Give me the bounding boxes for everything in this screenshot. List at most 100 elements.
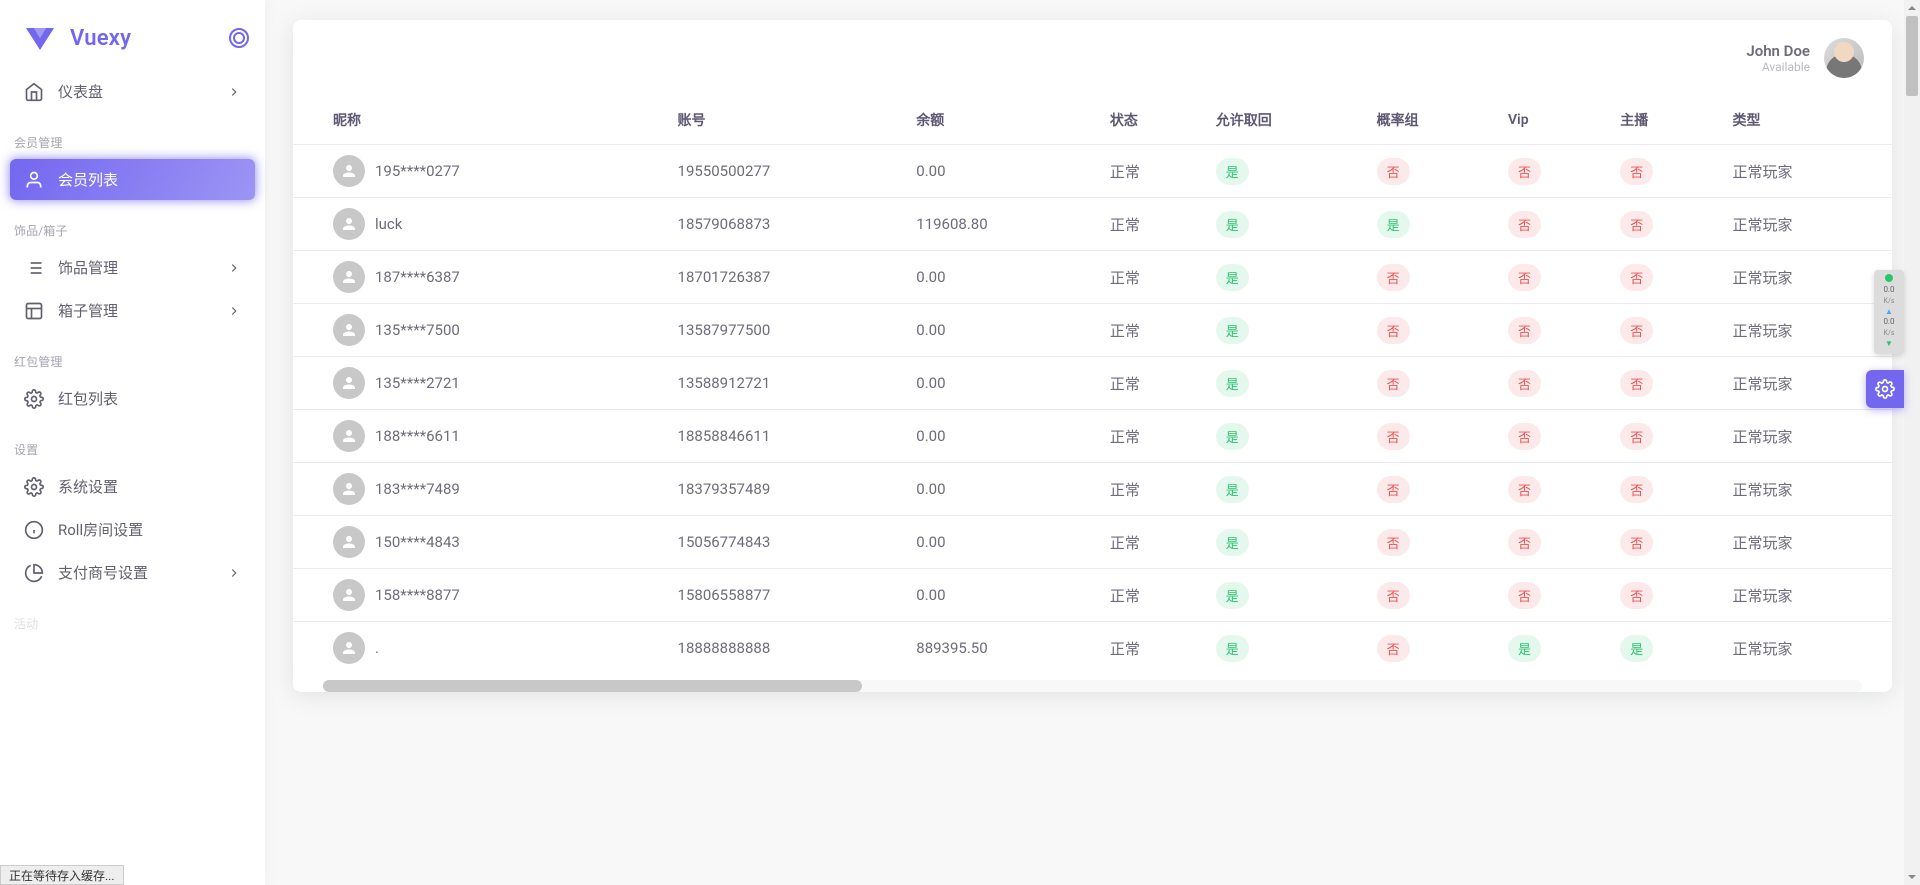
table-header-cell[interactable]: 状态 [1100, 96, 1206, 145]
status-badge: 否 [1508, 211, 1541, 238]
members-table: 昵称账号余额状态允许取回概率组Vip主播类型 195****0277195505… [293, 96, 1892, 674]
cell-status: 正常 [1100, 304, 1206, 357]
upload-unit: K/s [1884, 297, 1895, 305]
sidebar-item-label: 会员列表 [58, 169, 118, 190]
table-row[interactable]: 135****2721135889127210.00正常是否否否正常玩家 [293, 357, 1892, 410]
sidebar-item[interactable]: 系统设置 [10, 466, 255, 507]
sidebar-item-label: 箱子管理 [58, 300, 118, 321]
cell-nickname: 135****2721 [375, 374, 460, 392]
table-header-cell[interactable]: 允许取回 [1206, 96, 1367, 145]
cell-anchor: 否 [1610, 357, 1722, 410]
sidebar-item[interactable]: 会员列表 [10, 159, 255, 200]
status-badge: 否 [1620, 423, 1653, 450]
table-row[interactable]: 195****0277195505002770.00正常是否否否正常玩家 [293, 145, 1892, 198]
cell-type: 正常玩家 [1723, 304, 1893, 357]
status-badge: 是 [1508, 635, 1541, 662]
table-row[interactable]: 188****6611188588466110.00正常是否否否正常玩家 [293, 410, 1892, 463]
sidebar-item[interactable]: Roll房间设置 [10, 509, 255, 550]
cell-rate: 否 [1367, 304, 1498, 357]
status-badge: 否 [1377, 476, 1410, 503]
table-row[interactable]: 150****4843150567748430.00正常是否否否正常玩家 [293, 516, 1892, 569]
sidebar-item-label: 系统设置 [58, 476, 118, 497]
home-icon [24, 82, 44, 102]
download-unit: K/s [1884, 329, 1895, 337]
table-row[interactable]: .18888888888889395.50正常是否是是正常玩家 [293, 622, 1892, 675]
row-avatar-icon [333, 367, 365, 399]
sidebar-item[interactable]: 支付商号设置 [10, 552, 255, 593]
status-badge: 否 [1377, 582, 1410, 609]
cell-nickname: 135****7500 [375, 321, 460, 339]
table-row[interactable]: 183****7489183793574890.00正常是否否否正常玩家 [293, 463, 1892, 516]
cell-status: 正常 [1100, 569, 1206, 622]
vertical-scrollbar-thumb[interactable] [1906, 16, 1918, 96]
table-header-cell[interactable]: Vip [1498, 96, 1610, 145]
table-row[interactable]: 187****6387187017263870.00正常是否否否正常玩家 [293, 251, 1892, 304]
cell-vip: 否 [1498, 357, 1610, 410]
sidebar-item[interactable]: 箱子管理 [10, 290, 255, 331]
sidebar-item-dashboard[interactable]: 仪表盘 [10, 71, 255, 112]
cell-nickname: luck [375, 215, 402, 233]
cell-account: 15806558877 [668, 569, 907, 622]
table-header-cell[interactable]: 类型 [1723, 96, 1893, 145]
status-badge: 否 [1620, 158, 1653, 185]
cell-vip: 否 [1498, 198, 1610, 251]
network-status-dot-icon [1885, 274, 1893, 282]
horizontal-scrollbar[interactable] [323, 680, 1862, 692]
status-badge: 否 [1377, 423, 1410, 450]
status-badge: 是 [1216, 264, 1249, 291]
cell-nickname: . [375, 639, 379, 657]
cell-status: 正常 [1100, 357, 1206, 410]
cell-type: 正常玩家 [1723, 145, 1893, 198]
vertical-scrollbar-track[interactable] [1904, 16, 1920, 869]
status-badge: 否 [1620, 211, 1653, 238]
cell-anchor: 是 [1610, 622, 1722, 675]
cell-allow: 是 [1206, 145, 1367, 198]
cell-status: 正常 [1100, 516, 1206, 569]
chevron-right-icon [227, 85, 241, 99]
cell-anchor: 否 [1610, 569, 1722, 622]
main-content: John Doe Available 昵称账号余额状态允许取回概率组Vip主播类… [265, 0, 1920, 885]
sidebar-pin-toggle-icon[interactable] [229, 28, 249, 48]
cell-nickname: 158****8877 [375, 586, 460, 604]
cell-nickname: 195****0277 [375, 162, 460, 180]
cell-balance: 119608.80 [906, 198, 1100, 251]
vertical-scrollbar[interactable] [1904, 0, 1920, 885]
status-badge: 是 [1216, 370, 1249, 397]
table-row[interactable]: luck18579068873119608.80正常是是否否正常玩家 [293, 198, 1892, 251]
sidebar-item[interactable]: 饰品管理 [10, 247, 255, 288]
cell-nickname: 183****7489 [375, 480, 460, 498]
theme-customizer-button[interactable] [1866, 370, 1904, 408]
cell-type: 正常玩家 [1723, 198, 1893, 251]
table-header-cell[interactable]: 昵称 [293, 96, 668, 145]
network-speed-widget[interactable]: 0.0 K/s ▲ 0.0 K/s ▼ [1874, 270, 1904, 354]
cell-rate: 否 [1367, 410, 1498, 463]
cell-vip: 否 [1498, 516, 1610, 569]
cell-allow: 是 [1206, 410, 1367, 463]
table-row[interactable]: 158****8877158065588770.00正常是否否否正常玩家 [293, 569, 1892, 622]
table-header-cell[interactable]: 账号 [668, 96, 907, 145]
table-header-cell[interactable]: 概率组 [1367, 96, 1498, 145]
scroll-up-button[interactable] [1904, 0, 1920, 16]
sidebar-group-header: 饰品/箱子 [0, 202, 265, 247]
scroll-down-button[interactable] [1904, 869, 1920, 885]
cell-nickname: 188****6611 [375, 427, 460, 445]
status-badge: 是 [1216, 211, 1249, 238]
sidebar-group-header: 设置 [0, 421, 265, 466]
chevron-right-icon [227, 304, 241, 318]
horizontal-scrollbar-thumb[interactable] [323, 680, 862, 692]
user-avatar[interactable] [1824, 38, 1864, 78]
table-header-cell[interactable]: 主播 [1610, 96, 1722, 145]
user-meta: John Doe Available [1746, 42, 1810, 74]
table-header-cell[interactable]: 余额 [906, 96, 1100, 145]
status-badge: 否 [1508, 529, 1541, 556]
status-badge: 是 [1216, 317, 1249, 344]
upload-arrow-icon: ▲ [1885, 307, 1893, 316]
status-badge: 否 [1620, 370, 1653, 397]
status-badge: 否 [1508, 317, 1541, 344]
brand: Vuexy [0, 0, 265, 71]
table-row[interactable]: 135****7500135879775000.00正常是否否否正常玩家 [293, 304, 1892, 357]
row-avatar-icon [333, 526, 365, 558]
cell-vip: 否 [1498, 463, 1610, 516]
cell-rate: 是 [1367, 198, 1498, 251]
sidebar-item[interactable]: 红包列表 [10, 378, 255, 419]
